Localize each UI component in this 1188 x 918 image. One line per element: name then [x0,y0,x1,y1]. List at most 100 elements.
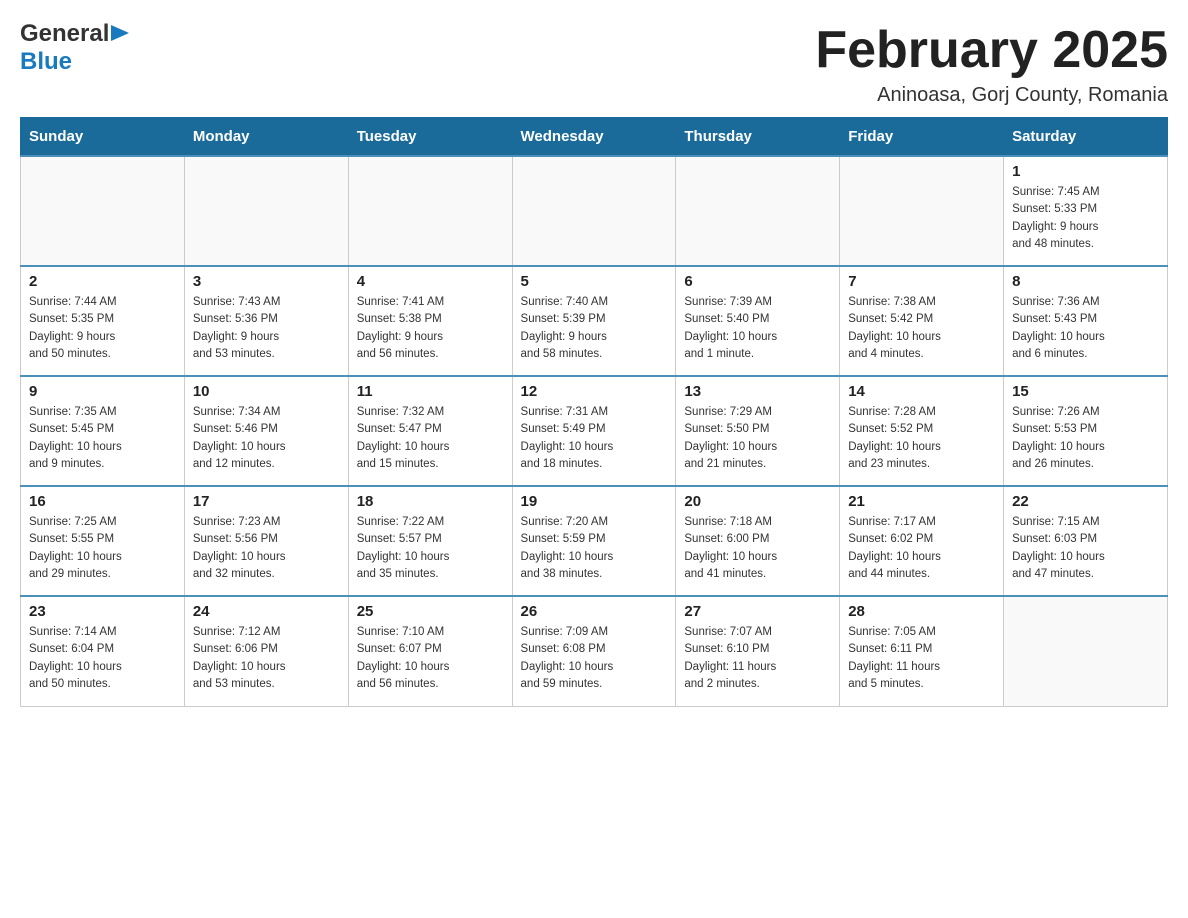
calendar-cell: 25Sunrise: 7:10 AM Sunset: 6:07 PM Dayli… [348,596,512,706]
calendar-cell: 18Sunrise: 7:22 AM Sunset: 5:57 PM Dayli… [348,486,512,596]
day-info: Sunrise: 7:28 AM Sunset: 5:52 PM Dayligh… [848,404,995,473]
day-number: 23 [29,603,176,620]
day-number: 4 [357,273,504,290]
calendar-cell: 26Sunrise: 7:09 AM Sunset: 6:08 PM Dayli… [512,596,676,706]
logo-blue: Blue [20,48,72,75]
weekday-thursday: Thursday [676,118,840,157]
calendar-cell: 19Sunrise: 7:20 AM Sunset: 5:59 PM Dayli… [512,486,676,596]
day-info: Sunrise: 7:44 AM Sunset: 5:35 PM Dayligh… [29,294,176,363]
logo-triangle-icon [111,25,131,45]
day-number: 7 [848,273,995,290]
day-number: 27 [684,603,831,620]
calendar-cell: 10 Sunrise: 7:34 AM Sunset: 5:46 PM Dayli… [184,376,348,486]
calendar-cell [512,156,676,266]
calendar-cell: 7 Sunrise: 7:38 AM Sunset: 5:42 PM Daylig… [840,266,1004,376]
day-info: Sunrise: 7:26 AM Sunset: 5:53 PM Dayligh… [1012,404,1159,473]
page-subtitle: Aninoasa, Gorj County, Romania [815,84,1168,107]
day-info: Sunrise: 7:05 AM Sunset: 6:11 PM Dayligh… [848,624,995,693]
calendar-cell [1004,596,1168,706]
day-info: Sunrise: 7:25 AM Sunset: 5:55 PM Dayligh… [29,514,176,583]
calendar-week-4: 16 Sunrise: 7:25 AM Sunset: 5:55 PM Dayli… [21,486,1168,596]
day-number: 5 [521,273,668,290]
calendar-cell [676,156,840,266]
day-info: Sunrise: 7:40 AM Sunset: 5:39 PM Dayligh… [521,294,668,363]
day-info: Sunrise: 7:32 AM Sunset: 5:47 PM Dayligh… [357,404,504,473]
calendar-cell: 23 Sunrise: 7:14 AM Sunset: 6:04 PM Dayli… [21,596,185,706]
calendar-cell: 4 Sunrise: 7:41 AM Sunset: 5:38 PM Daylig… [348,266,512,376]
day-number: 2 [29,273,176,290]
day-info: Sunrise: 7:38 AM Sunset: 5:42 PM Dayligh… [848,294,995,363]
day-number: 10 [193,383,340,400]
calendar-cell: 16 Sunrise: 7:25 AM Sunset: 5:55 PM Dayli… [21,486,185,596]
logo: General Blue [20,20,131,76]
day-number: 11 [357,383,504,400]
day-info: Sunrise: 7:31 AM Sunset: 5:49 PM Dayligh… [521,404,668,473]
day-info: Sunrise: 7:20 AM Sunset: 5:59 PM Dayligh… [521,514,668,583]
weekday-wednesday: Wednesday [512,118,676,157]
calendar-cell: 8 Sunrise: 7:36 AM Sunset: 5:43 PM Daylig… [1004,266,1168,376]
calendar-week-3: 9 Sunrise: 7:35 AM Sunset: 5:45 PM Daylig… [21,376,1168,486]
day-info: Sunrise: 7:09 AM Sunset: 6:08 PM Dayligh… [521,624,668,693]
weekday-sunday: Sunday [21,118,185,157]
weekday-tuesday: Tuesday [348,118,512,157]
calendar-cell: 12 Sunrise: 7:31 AM Sunset: 5:49 PM Dayli… [512,376,676,486]
day-number: 12 [521,383,668,400]
day-info: Sunrise: 7:22 AM Sunset: 5:57 PM Dayligh… [357,514,504,583]
calendar-cell: 6 Sunrise: 7:39 AM Sunset: 5:40 PM Daylig… [676,266,840,376]
calendar-cell: 20 Sunrise: 7:18 AM Sunset: 6:00 PM Dayli… [676,486,840,596]
page-header: General Blue February 2025 Aninoasa, Gor… [20,20,1168,107]
day-number: 17 [193,493,340,510]
day-info: Sunrise: 7:41 AM Sunset: 5:38 PM Dayligh… [357,294,504,363]
calendar-cell: 2 Sunrise: 7:44 AM Sunset: 5:35 PM Daylig… [21,266,185,376]
calendar-week-1: 1 Sunrise: 7:45 AM Sunset: 5:33 PM Daylig… [21,156,1168,266]
day-number: 16 [29,493,176,510]
day-info: Sunrise: 7:15 AM Sunset: 6:03 PM Dayligh… [1012,514,1159,583]
calendar-cell: 14 Sunrise: 7:28 AM Sunset: 5:52 PM Dayli… [840,376,1004,486]
calendar-cell: 11 Sunrise: 7:32 AM Sunset: 5:47 PM Dayli… [348,376,512,486]
day-info: Sunrise: 7:07 AM Sunset: 6:10 PM Dayligh… [684,624,831,693]
calendar-cell: 9 Sunrise: 7:35 AM Sunset: 5:45 PM Daylig… [21,376,185,486]
day-number: 6 [684,273,831,290]
title-block: February 2025 Aninoasa, Gorj County, Rom… [815,20,1168,107]
calendar-cell: 1 Sunrise: 7:45 AM Sunset: 5:33 PM Daylig… [1004,156,1168,266]
calendar-cell: 5 Sunrise: 7:40 AM Sunset: 5:39 PM Daylig… [512,266,676,376]
weekday-friday: Friday [840,118,1004,157]
calendar-cell: 21Sunrise: 7:17 AM Sunset: 6:02 PM Dayli… [840,486,1004,596]
calendar-table: SundayMondayTuesdayWednesdayThursdayFrid… [20,117,1168,707]
logo-general: General [20,20,109,48]
calendar-cell [184,156,348,266]
page-title: February 2025 [815,20,1168,80]
day-info: Sunrise: 7:18 AM Sunset: 6:00 PM Dayligh… [684,514,831,583]
calendar-cell: 28Sunrise: 7:05 AM Sunset: 6:11 PM Dayli… [840,596,1004,706]
day-number: 25 [357,603,504,620]
day-info: Sunrise: 7:35 AM Sunset: 5:45 PM Dayligh… [29,404,176,473]
day-number: 9 [29,383,176,400]
weekday-monday: Monday [184,118,348,157]
calendar-cell: 17Sunrise: 7:23 AM Sunset: 5:56 PM Dayli… [184,486,348,596]
day-info: Sunrise: 7:36 AM Sunset: 5:43 PM Dayligh… [1012,294,1159,363]
day-number: 1 [1012,163,1159,180]
day-info: Sunrise: 7:29 AM Sunset: 5:50 PM Dayligh… [684,404,831,473]
calendar-cell: 13 Sunrise: 7:29 AM Sunset: 5:50 PM Dayli… [676,376,840,486]
day-info: Sunrise: 7:34 AM Sunset: 5:46 PM Dayligh… [193,404,340,473]
weekday-header-row: SundayMondayTuesdayWednesdayThursdayFrid… [21,118,1168,157]
calendar-cell: 15 Sunrise: 7:26 AM Sunset: 5:53 PM Dayli… [1004,376,1168,486]
day-info: Sunrise: 7:39 AM Sunset: 5:40 PM Dayligh… [684,294,831,363]
day-info: Sunrise: 7:14 AM Sunset: 6:04 PM Dayligh… [29,624,176,693]
calendar-cell [840,156,1004,266]
day-info: Sunrise: 7:12 AM Sunset: 6:06 PM Dayligh… [193,624,340,693]
day-number: 21 [848,493,995,510]
day-number: 14 [848,383,995,400]
day-number: 24 [193,603,340,620]
calendar-week-5: 23 Sunrise: 7:14 AM Sunset: 6:04 PM Dayli… [21,596,1168,706]
calendar-cell [21,156,185,266]
calendar-cell: 27 Sunrise: 7:07 AM Sunset: 6:10 PM Dayli… [676,596,840,706]
calendar-cell: 22Sunrise: 7:15 AM Sunset: 6:03 PM Dayli… [1004,486,1168,596]
day-number: 20 [684,493,831,510]
day-number: 15 [1012,383,1159,400]
day-info: Sunrise: 7:45 AM Sunset: 5:33 PM Dayligh… [1012,184,1159,253]
day-number: 3 [193,273,340,290]
calendar-cell: 24 Sunrise: 7:12 AM Sunset: 6:06 PM Dayli… [184,596,348,706]
day-number: 8 [1012,273,1159,290]
day-number: 13 [684,383,831,400]
